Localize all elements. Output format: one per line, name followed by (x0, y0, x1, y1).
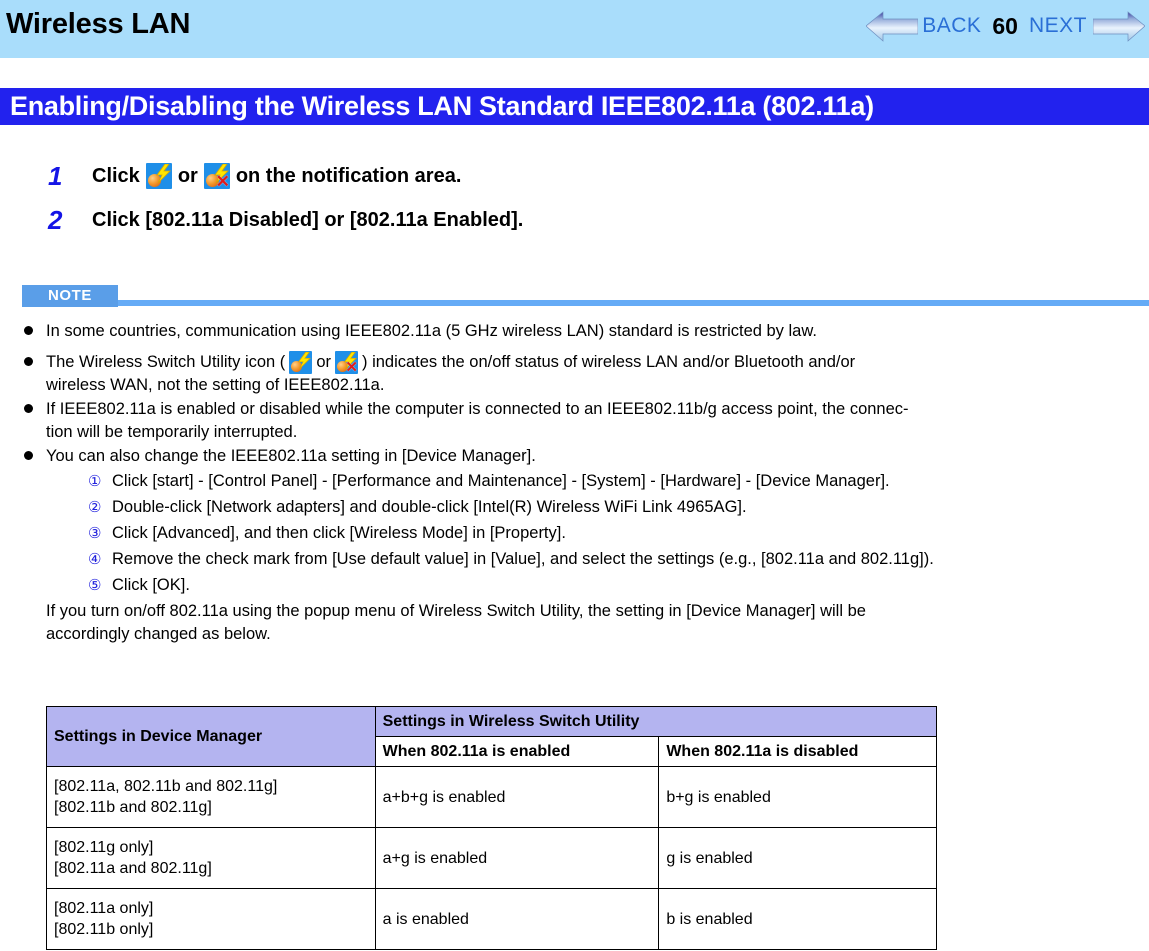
device-manager-line1: [802.11a, 802.11b and 802.11g] (54, 778, 278, 795)
table-row: [802.11a only] [802.11b only] a is enabl… (46, 888, 937, 950)
substep-3: ③ Click [Advanced], and then click [Wire… (0, 521, 1149, 546)
step-1-text: Click or ✕ on the notification area. (92, 160, 461, 192)
substep-2-text: Double-click [Network adapters] and doub… (112, 498, 747, 517)
x-mark-icon: ✕ (215, 172, 230, 189)
step-1-text-after: on the notification area. (235, 165, 462, 187)
note-bullet-2-line1: The Wireless Switch Utility icon ( or ✕ … (46, 351, 1149, 375)
table-row: [802.11a, 802.11b and 802.11g] [802.11b … (46, 766, 937, 828)
table-row: [802.11g only] [802.11a and 802.11g] a+g… (46, 827, 937, 889)
note-bullet-3: If IEEE802.11a is enabled or disabled wh… (0, 398, 1149, 444)
section-heading-band: Enabling/Disabling the Wireless LAN Stan… (0, 88, 1149, 125)
substep-2-marker: ② (88, 499, 102, 517)
steps-list: 1 Click or ✕ on the notification area. 2… (0, 160, 1149, 248)
note-bullet-2-text-after: ) indicates the on/off status of wireles… (361, 353, 856, 372)
closing-paragraph-line1: If you turn on/off 802.11a using the pop… (46, 602, 866, 621)
substep-4: ④ Remove the check mark from [Use defaul… (0, 547, 1149, 572)
note-bullet-2: The Wireless Switch Utility icon ( or ✕ … (0, 351, 1149, 397)
settings-comparison-table: Settings in Device Manager Settings in W… (46, 706, 938, 950)
substep-5: ⑤ Click [OK]. (0, 573, 1149, 598)
bullet-dot-icon (24, 404, 33, 414)
note-header: NOTE (0, 285, 1149, 307)
table-cell-disabled: b is enabled (658, 888, 937, 950)
step-1-text-before: Click (92, 165, 140, 187)
note-bullet-2-text-before: The Wireless Switch Utility icon ( (46, 353, 286, 372)
substep-5-text: Click [OK]. (112, 576, 190, 595)
page-title: Wireless LAN (6, 8, 191, 40)
page-navigation: BACK 60 NEXT (866, 4, 1145, 48)
wireless-switch-off-icon: ✕ (203, 163, 230, 189)
section-heading-title: Enabling/Disabling the Wireless LAN Stan… (10, 91, 874, 121)
x-mark-icon: ✕ (345, 359, 358, 375)
closing-paragraph: If you turn on/off 802.11a using the pop… (0, 600, 1149, 646)
step-2-text: Click [802.11a Disabled] or [802.11a Ena… (92, 209, 524, 231)
note-bullet-3-line1: If IEEE802.11a is enabled or disabled wh… (46, 400, 909, 419)
note-bullet-1-text: In some countries, communication using I… (46, 322, 817, 340)
note-bullet-2-inline: The Wireless Switch Utility icon ( or ✕ … (46, 351, 856, 375)
next-arrow-icon[interactable] (1093, 9, 1145, 43)
device-manager-line1: [802.11g only] (54, 839, 154, 856)
table-header-row-1: Settings in Device Manager Settings in W… (46, 706, 938, 767)
step-2: 2 Click [802.11a Disabled] or [802.11a E… (0, 204, 1149, 248)
table-subheader-disabled: When 802.11a is disabled (658, 736, 937, 767)
substep-4-text: Remove the check mark from [Use default … (112, 550, 934, 569)
table-header-wireless-switch-utility: Settings in Wireless Switch Utility (374, 706, 938, 737)
substep-2: ② Double-click [Network adapters] and do… (0, 495, 1149, 520)
note-bullet-2-line2: wireless WAN, not the setting of IEEE802… (46, 376, 385, 395)
table-cell-device-manager: [802.11g only] [802.11a and 802.11g] (46, 827, 376, 889)
table-cell-disabled: g is enabled (658, 827, 937, 889)
substep-1-marker: ① (88, 473, 102, 491)
wireless-switch-on-icon (289, 351, 313, 375)
substep-3-text: Click [Advanced], and then click [Wirele… (112, 524, 566, 543)
table-cell-disabled: b+g is enabled (658, 766, 937, 828)
table-cell-device-manager: [802.11a only] [802.11b only] (46, 888, 376, 950)
lightning-bolt-icon (298, 352, 312, 370)
page-number: 60 (992, 12, 1018, 39)
note-bullet-1: In some countries, communication using I… (0, 320, 1149, 343)
note-bullet-2-separator: or (316, 353, 331, 372)
table-cell-device-manager: [802.11a, 802.11b and 802.11g] [802.11b … (46, 766, 376, 828)
substep-4-marker: ④ (88, 551, 102, 569)
note-body: In some countries, communication using I… (0, 320, 1149, 646)
next-label[interactable]: NEXT (1029, 14, 1087, 38)
substep-1-text: Click [start] - [Control Panel] - [Perfo… (112, 472, 890, 491)
wireless-switch-off-icon: ✕ (334, 351, 358, 375)
table-cell-enabled: a is enabled (374, 888, 660, 950)
lightning-bolt-icon (156, 164, 171, 183)
device-manager-line2: [802.11a and 802.11g] (54, 860, 212, 877)
table-cell-enabled: a+g is enabled (374, 827, 660, 889)
note-bullet-4: You can also change the IEEE802.11a sett… (0, 445, 1149, 468)
substep-5-marker: ⑤ (88, 577, 102, 595)
note-badge-label: NOTE (47, 287, 93, 304)
device-manager-line2: [802.11b and 802.11g] (54, 799, 212, 816)
note-badge: NOTE (22, 285, 118, 307)
wireless-switch-on-icon (145, 163, 172, 189)
bullet-dot-icon (24, 357, 33, 366)
bullet-dot-icon (24, 326, 33, 335)
step-1-separator: or (177, 165, 198, 187)
back-label[interactable]: BACK (922, 14, 981, 38)
step-1-number: 1 (48, 161, 63, 191)
device-manager-line2: [802.11b only] (54, 921, 154, 938)
substep-3-marker: ③ (88, 525, 102, 543)
table-header-device-manager: Settings in Device Manager (46, 706, 376, 767)
page-header: Wireless LAN BACK 60 NEXT (0, 0, 1149, 58)
bullet-dot-icon (24, 451, 33, 461)
table-subheader-enabled: When 802.11a is enabled (374, 736, 660, 767)
closing-paragraph-line2: accordingly changed as below. (46, 625, 271, 644)
back-arrow-icon[interactable] (866, 9, 919, 43)
substep-1: ① Click [start] - [Control Panel] - [Per… (0, 469, 1149, 494)
step-2-number: 2 (48, 205, 63, 235)
table-cell-enabled: a+b+g is enabled (374, 766, 660, 828)
step-1: 1 Click or ✕ on the notification area. (0, 160, 1149, 204)
device-manager-line1: [802.11a only] (54, 900, 154, 917)
note-bullet-4-text: You can also change the IEEE802.11a sett… (46, 447, 536, 466)
note-bullet-3-line2: tion will be temporarily interrupted. (46, 423, 298, 442)
note-divider (118, 300, 1149, 306)
